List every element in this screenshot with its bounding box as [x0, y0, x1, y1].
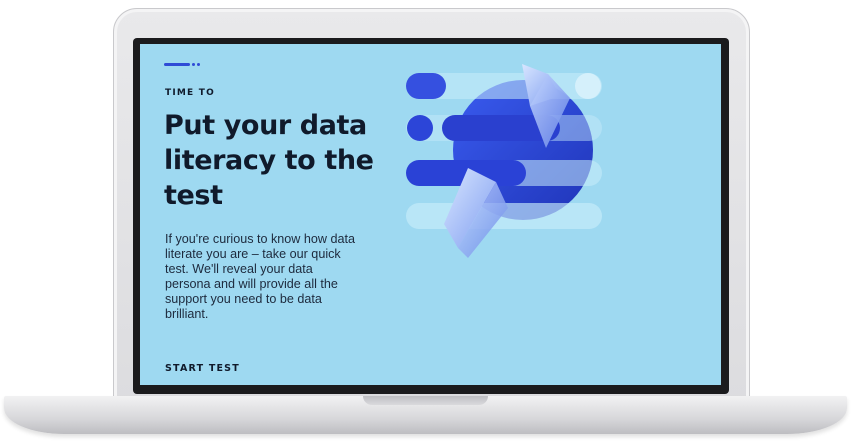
- laptop-screen: TIME TO Put your data literacy to the te…: [140, 44, 721, 385]
- laptop-mockup: TIME TO Put your data literacy to the te…: [0, 0, 851, 442]
- accent-dot: [197, 63, 200, 66]
- data-literacy-graphic-icon: [406, 64, 602, 258]
- accent-line: [164, 63, 200, 66]
- laptop-hinge: [363, 396, 488, 405]
- page-title: Put your data literacy to the test: [164, 110, 374, 211]
- start-test-link[interactable]: START TEST: [165, 363, 240, 374]
- intro-paragraph: If you're curious to know how data liter…: [165, 232, 356, 321]
- accent-bar: [164, 63, 190, 66]
- eyebrow-label: TIME TO: [165, 88, 215, 98]
- accent-dot: [192, 63, 195, 66]
